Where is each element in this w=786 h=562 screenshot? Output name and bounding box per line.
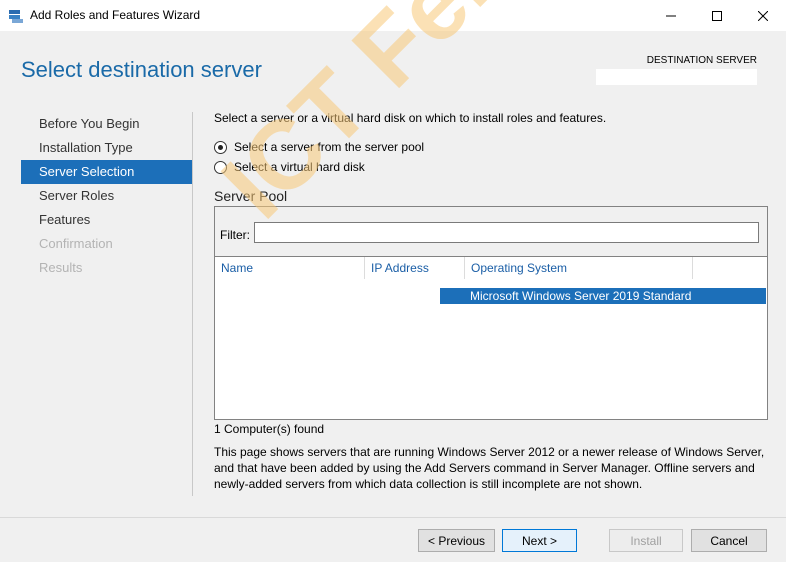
- computers-found-text: 1 Computer(s) found: [214, 422, 325, 436]
- close-icon: [758, 10, 768, 21]
- minimize-icon: [666, 15, 676, 16]
- nav-item-before-you-begin[interactable]: Before You Begin: [21, 112, 192, 136]
- radio-label: Select a server from the server pool: [234, 140, 425, 154]
- install-button: Install: [609, 529, 683, 552]
- description-text: This page shows servers that are running…: [214, 445, 765, 491]
- wizard-footer: < Previous Next > Install Cancel: [0, 517, 786, 562]
- nav-divider: [192, 112, 193, 496]
- column-header-operating-system[interactable]: Operating System: [465, 257, 693, 279]
- minimize-button[interactable]: [648, 0, 694, 31]
- window-title: Add Roles and Features Wizard: [30, 8, 201, 22]
- server-pool-heading: Server Pool: [214, 188, 288, 204]
- instruction-text: Select a server or a virtual hard disk o…: [214, 111, 607, 125]
- close-button[interactable]: [740, 0, 786, 31]
- radio-virtual-hard-disk[interactable]: Select a virtual hard disk: [214, 160, 365, 174]
- server-pool-box: Filter: Name IP Address Operating System…: [214, 206, 768, 420]
- column-header-ip-address[interactable]: IP Address: [365, 257, 465, 279]
- wizard-header: Select destination server DESTINATION SE…: [0, 31, 786, 96]
- os-cell: Microsoft Windows Server 2019 Standard: [470, 289, 692, 303]
- next-button[interactable]: Next >: [502, 529, 577, 552]
- radio-label: Select a virtual hard disk: [234, 160, 365, 174]
- nav-item-features[interactable]: Features: [21, 208, 192, 232]
- table-row[interactable]: Microsoft Windows Server 2019 Standard: [440, 288, 766, 304]
- radio-button[interactable]: [214, 160, 227, 174]
- nav-item-results: Results: [39, 260, 83, 275]
- cancel-button[interactable]: Cancel: [691, 529, 767, 552]
- nav-item-confirmation: Confirmation: [39, 236, 113, 251]
- maximize-button[interactable]: [694, 0, 740, 31]
- column-header-name[interactable]: Name: [215, 257, 365, 279]
- maximize-icon: [712, 10, 722, 21]
- filter-input[interactable]: [254, 222, 759, 243]
- destination-server-value: [596, 69, 757, 85]
- wizard-nav: Before You Begin Installation Type Serve…: [21, 112, 192, 280]
- nav-item-installation-type[interactable]: Installation Type: [21, 136, 192, 160]
- wizard-content: Before You Begin Installation Type Serve…: [0, 96, 786, 517]
- nav-item-server-selection[interactable]: Server Selection: [21, 160, 192, 184]
- radio-server-pool[interactable]: Select a server from the server pool: [214, 140, 424, 154]
- title-bar: Add Roles and Features Wizard: [0, 0, 786, 31]
- radio-button[interactable]: [214, 140, 227, 154]
- filter-bar: Filter:: [215, 207, 767, 257]
- nav-item-server-roles[interactable]: Server Roles: [21, 184, 192, 208]
- destination-server-label: DESTINATION SERVER: [646, 55, 757, 66]
- previous-button[interactable]: < Previous: [418, 529, 495, 552]
- page-title: Select destination server: [21, 57, 262, 82]
- filter-label: Filter:: [220, 228, 250, 242]
- server-manager-icon: [9, 10, 23, 23]
